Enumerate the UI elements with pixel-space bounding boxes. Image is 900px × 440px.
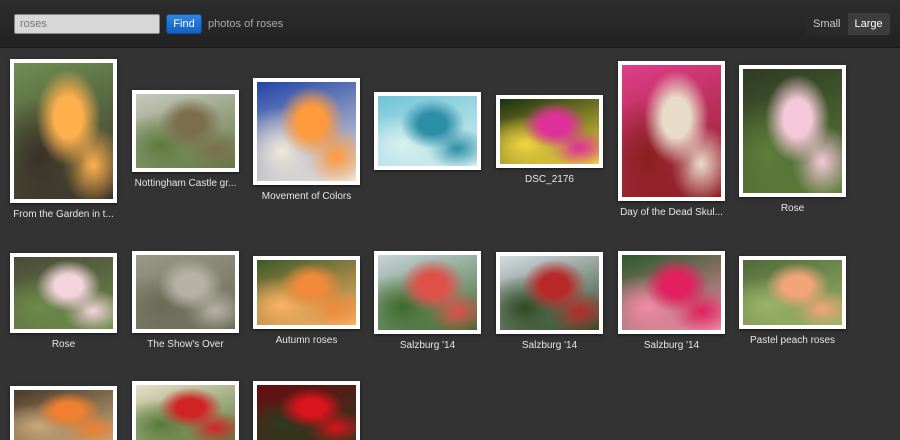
photo-thumbnail[interactable] (739, 65, 846, 197)
photo-image (136, 255, 235, 329)
photo-thumbnail[interactable] (10, 386, 117, 440)
search-input[interactable] (14, 14, 160, 34)
photo-title[interactable]: DSC_2176 (486, 174, 613, 185)
photo-image (378, 96, 477, 166)
photo-image (136, 385, 235, 440)
photo-image (500, 256, 599, 330)
photo-title[interactable]: Movement of Colors (243, 191, 370, 202)
photo-title[interactable]: Salzburg '14 (486, 340, 613, 351)
search-results-caption: photos of roses (208, 18, 284, 30)
small-size-button[interactable]: Small (806, 13, 848, 35)
photo-image (622, 255, 721, 330)
photo-image (378, 255, 477, 330)
photo-thumbnail[interactable] (618, 61, 725, 201)
photo-thumbnail[interactable] (253, 381, 360, 440)
photo-thumbnail[interactable] (739, 256, 846, 329)
photo-image (14, 257, 113, 329)
photo-image (500, 99, 599, 164)
photo-thumbnail[interactable] (618, 251, 725, 334)
photo-image (257, 385, 356, 440)
photo-title[interactable]: Autumn roses (243, 335, 370, 346)
photo-image (743, 260, 842, 325)
photo-thumbnail[interactable] (132, 251, 239, 333)
size-toggle: Small Large (806, 13, 890, 35)
photo-title[interactable]: Day of the Dead Skul... (608, 207, 735, 218)
photo-title[interactable]: Salzburg '14 (364, 340, 491, 351)
photo-image (257, 82, 356, 181)
photo-title[interactable]: From the Garden in t... (0, 209, 127, 220)
photo-thumbnail[interactable] (374, 92, 481, 170)
photo-title[interactable]: Rose (729, 203, 856, 214)
photo-title[interactable]: Rose (0, 339, 127, 350)
top-toolbar: Find photos of roses Small Large (0, 0, 900, 48)
photo-image (14, 390, 113, 440)
photo-thumbnail[interactable] (253, 78, 360, 185)
photo-thumbnail[interactable] (132, 90, 239, 172)
photo-thumbnail[interactable] (253, 256, 360, 329)
photo-title[interactable]: The Show's Over (122, 339, 249, 350)
photo-thumbnail[interactable] (132, 381, 239, 440)
photo-title[interactable]: Salzburg '14 (608, 340, 735, 351)
photo-title[interactable]: Pastel peach roses (729, 335, 856, 346)
photo-image (14, 63, 113, 199)
photo-thumbnail[interactable] (496, 95, 603, 168)
large-size-button[interactable]: Large (847, 13, 890, 35)
find-button[interactable]: Find (166, 14, 202, 34)
photo-title[interactable]: Nottingham Castle gr... (122, 178, 249, 189)
photo-image (136, 94, 235, 168)
photo-image (743, 69, 842, 193)
photo-thumbnail[interactable] (496, 252, 603, 334)
photo-thumbnail[interactable] (10, 59, 117, 203)
photo-image (257, 260, 356, 325)
photo-thumbnail[interactable] (10, 253, 117, 333)
photo-thumbnail[interactable] (374, 251, 481, 334)
photo-image (622, 65, 721, 197)
